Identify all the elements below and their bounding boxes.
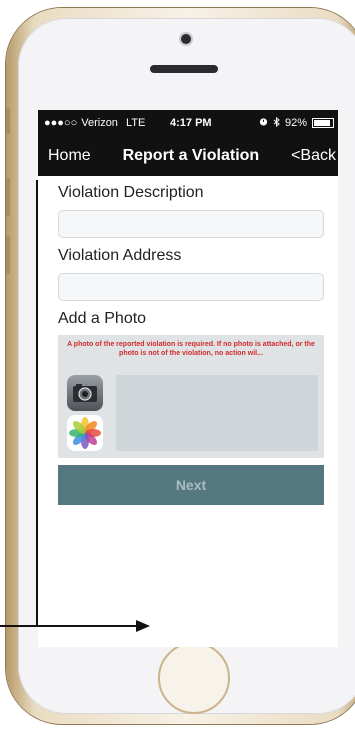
carrier-label: Verizon — [81, 117, 118, 129]
alarm-clock-icon — [259, 117, 268, 129]
description-label: Violation Description — [58, 184, 204, 201]
app-screen: ●●●○○ Verizon LTE 4:17 PM 92% Home Repor… — [38, 110, 338, 647]
photos-icon[interactable] — [67, 415, 103, 451]
home-link[interactable]: Home — [48, 147, 91, 165]
volume-down-button — [6, 236, 10, 274]
description-input[interactable] — [58, 210, 324, 238]
front-camera — [181, 34, 191, 44]
address-input[interactable] — [58, 273, 324, 301]
signal-indicator: ●●●○○ — [44, 117, 78, 129]
photo-panel: A photo of the reported violation is req… — [58, 335, 324, 458]
annotation-arrow-line — [0, 625, 140, 627]
arrow-right-icon — [136, 620, 150, 632]
earpiece-speaker — [150, 65, 218, 73]
photo-label: Add a Photo — [58, 310, 147, 327]
photo-requirement-note: A photo of the reported violation is req… — [67, 341, 315, 357]
next-button[interactable]: Next — [58, 465, 324, 505]
address-label: Violation Address — [58, 247, 182, 264]
volume-up-button — [6, 178, 10, 216]
back-link[interactable]: <Back — [291, 147, 336, 165]
violation-form: Violation Description Violation Address … — [38, 184, 338, 505]
bluetooth-icon — [273, 116, 280, 130]
mute-switch — [6, 108, 10, 134]
battery-icon — [312, 118, 334, 128]
page-title: Report a Violation — [122, 147, 260, 164]
navigation-bar: Home Report a Violation <Back — [38, 136, 338, 176]
battery-percent: 92% — [284, 117, 307, 129]
home-button[interactable] — [158, 642, 230, 714]
status-time: 4:17 PM — [170, 117, 212, 129]
status-bar: ●●●○○ Verizon LTE 4:17 PM 92% — [38, 110, 338, 136]
network-label: LTE — [125, 117, 146, 129]
photo-preview — [116, 375, 318, 451]
annotation-line-vertical — [36, 180, 38, 627]
camera-icon[interactable] — [67, 375, 103, 411]
